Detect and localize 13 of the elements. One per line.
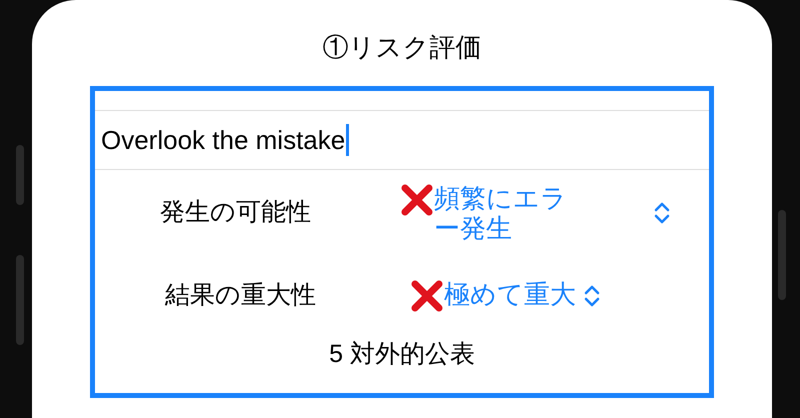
- result-text: 5 対外的公表: [328, 339, 476, 370]
- picker-value: 頻繁にエラー発生: [434, 183, 568, 243]
- screen-title: ①リスク評価: [322, 31, 482, 64]
- picker-button[interactable]: 極めて重大: [410, 279, 600, 313]
- picker-button[interactable]: 頻繁にエラー発生: [400, 183, 670, 243]
- picker-label: 発生の可能性: [160, 197, 312, 228]
- cross-mark-icon: [400, 183, 434, 217]
- text-input-field[interactable]: Overlook the mistake: [95, 111, 709, 170]
- chevron-up-down-icon: [584, 284, 600, 308]
- cross-mark-icon: [410, 279, 444, 313]
- chevron-up-down-icon: [654, 201, 670, 225]
- picker-value: 極めて重大: [444, 279, 576, 309]
- picker-label: 結果の重大性: [165, 280, 317, 312]
